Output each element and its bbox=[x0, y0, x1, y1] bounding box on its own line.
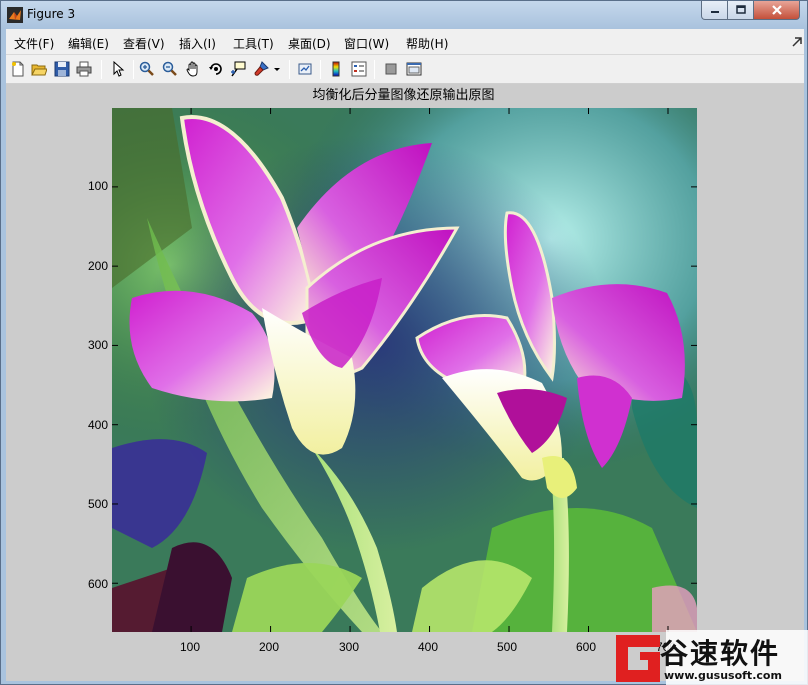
pan-hand-icon bbox=[186, 61, 198, 77]
pan-button[interactable] bbox=[184, 60, 202, 78]
toolbar-separator bbox=[289, 60, 290, 79]
x-tick-label: 200 bbox=[258, 640, 280, 654]
figure-toolbar bbox=[6, 55, 804, 84]
y-tick-label: 500 bbox=[87, 497, 108, 511]
menu-view[interactable]: 查看(V) bbox=[123, 35, 165, 52]
show-plot-tools-button[interactable] bbox=[405, 60, 423, 78]
zoom-in-button[interactable] bbox=[138, 60, 156, 78]
menu-insert[interactable]: 插入(I) bbox=[179, 35, 216, 52]
toolbar-separator bbox=[320, 60, 321, 79]
menu-help[interactable]: 帮助(H) bbox=[406, 35, 448, 52]
watermark-url: www.gususoft.com bbox=[664, 669, 782, 682]
link-plot-icon bbox=[298, 63, 312, 75]
link-plot-button[interactable] bbox=[296, 60, 314, 78]
menu-edit[interactable]: 编辑(E) bbox=[68, 35, 109, 52]
print-button[interactable] bbox=[75, 60, 93, 78]
hide-plot-tools-icon bbox=[385, 63, 397, 75]
menu-file[interactable]: 文件(F) bbox=[14, 35, 54, 52]
print-icon bbox=[76, 61, 92, 77]
close-button[interactable] bbox=[754, 1, 800, 20]
x-tick-label: 500 bbox=[496, 640, 518, 654]
zoom-out-icon bbox=[162, 61, 177, 76]
toolbar-separator bbox=[101, 60, 102, 79]
flower-image bbox=[112, 108, 697, 632]
rotate-3d-button[interactable] bbox=[207, 60, 225, 78]
zoom-in-icon bbox=[139, 61, 154, 76]
new-figure-icon bbox=[12, 61, 24, 77]
y-tick-label: 600 bbox=[87, 577, 108, 591]
window-title: Figure 3 bbox=[27, 7, 76, 21]
menu-desktop[interactable]: 桌面(D) bbox=[288, 35, 331, 52]
figure-window: Figure 3 文件(F) 编辑(E) 查看(V) 插入(I) 工具(T) 桌… bbox=[0, 0, 808, 685]
save-button[interactable] bbox=[53, 60, 71, 78]
matlab-logo-icon bbox=[7, 7, 23, 23]
rotate-3d-icon bbox=[209, 63, 222, 75]
edit-plot-button[interactable] bbox=[109, 60, 127, 78]
y-tick-label: 100 bbox=[87, 179, 108, 193]
minimize-icon bbox=[710, 11, 719, 13]
brush-button[interactable] bbox=[252, 60, 270, 78]
menu-tools[interactable]: 工具(T) bbox=[233, 35, 274, 52]
plot-title: 均衡化后分量图像还原输出原图 bbox=[312, 88, 495, 103]
brush-dropdown[interactable] bbox=[272, 60, 282, 78]
legend-button[interactable] bbox=[350, 60, 368, 78]
minimize-button[interactable] bbox=[701, 1, 728, 20]
zoom-out-button[interactable] bbox=[161, 60, 179, 78]
new-figure-button[interactable] bbox=[9, 60, 27, 78]
open-file-button[interactable] bbox=[30, 60, 48, 78]
x-tick-label: 100 bbox=[179, 640, 201, 654]
y-tick-label: 300 bbox=[87, 338, 108, 352]
toolbar-separator bbox=[374, 60, 375, 79]
colorbar-button[interactable] bbox=[327, 60, 345, 78]
close-icon bbox=[771, 5, 782, 15]
x-tick-label: 300 bbox=[338, 640, 360, 654]
data-cursor-icon bbox=[231, 61, 246, 77]
edit-plot-arrow-icon bbox=[113, 61, 125, 77]
y-tick-label: 400 bbox=[87, 418, 108, 432]
maximize-button[interactable] bbox=[728, 1, 754, 20]
menu-bar: 文件(F) 编辑(E) 查看(V) 插入(I) 工具(T) 桌面(D) 窗口(W… bbox=[6, 29, 804, 55]
y-tick-label: 200 bbox=[87, 259, 108, 273]
dock-figure-icon[interactable] bbox=[791, 36, 803, 48]
x-tick-label: 600 bbox=[575, 640, 597, 654]
data-cursor-button[interactable] bbox=[229, 60, 247, 78]
x-tick-label: 400 bbox=[417, 640, 439, 654]
watermark-text: 谷速软件 bbox=[660, 637, 781, 670]
open-file-icon bbox=[31, 64, 47, 76]
save-icon bbox=[54, 61, 70, 77]
show-plot-tools-icon bbox=[406, 62, 422, 76]
brush-dropdown-icon bbox=[274, 68, 280, 71]
hide-plot-tools-button[interactable] bbox=[382, 60, 400, 78]
legend-icon bbox=[351, 61, 367, 77]
title-bar[interactable]: Figure 3 bbox=[1, 1, 807, 29]
colorbar-icon bbox=[332, 61, 340, 77]
brush-icon bbox=[254, 61, 269, 76]
toolbar-separator bbox=[133, 60, 134, 79]
figure-canvas: 均衡化后分量图像还原输出原图 100 200 300 400 500 600 1… bbox=[6, 84, 804, 681]
maximize-icon bbox=[735, 5, 746, 14]
menu-window[interactable]: 窗口(W) bbox=[344, 35, 389, 52]
